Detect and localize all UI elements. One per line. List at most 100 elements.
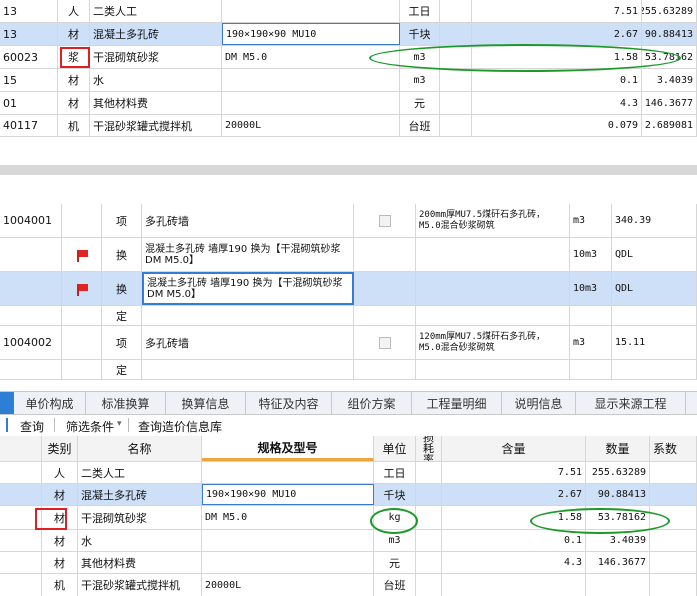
lookup-price-db-button[interactable]: 查询造价信息库 [138,418,222,435]
splitter-bar[interactable] [0,165,697,175]
table-row[interactable]: 换 混凝土多孔砖 墙厚190 换为【干混砌筑砂浆 DM M5.0】 10m3 Q… [0,238,697,272]
header-loss-rate[interactable]: 损耗率 [416,436,442,461]
tab-standard-conversion[interactable]: 标准换算 [86,392,166,414]
unit-cell: 元 [400,92,440,114]
table-row[interactable]: 1004001 项 多孔砖墙 200mm厚MU7.5煤矸石多孔砖，M5.0混合砂… [0,204,697,238]
annotation-red-box [35,508,67,530]
code-cell: 13 [0,0,58,22]
tab-features-content[interactable]: 特征及内容 [246,392,332,414]
category-cell: 材 [42,552,78,573]
check-cell[interactable] [354,326,416,359]
category-cell: 机 [58,115,90,136]
name-cell: 其他材料费 [78,552,202,573]
tab-active-indicator[interactable] [0,392,14,414]
tab-conversion-info[interactable]: 换算信息 [166,392,246,414]
table-row[interactable]: 1004002 项 多孔砖墙 120mm厚MU7.5煤矸石多孔砖，M5.0混合砂… [0,326,697,360]
name-cell: 混凝土多孔砖 墙厚190 换为【干混砌筑砂浆 DM M5.0】 [142,238,354,271]
coef-cell [650,530,697,551]
type-cell: 定 [102,306,142,325]
tab-show-source-project[interactable]: 显示来源工程 [576,392,686,414]
filter-dropdown[interactable]: 筛选条件 [66,418,114,435]
blank-cell [0,484,42,505]
category-cell: 材 [58,23,90,45]
category-cell: 机 [42,574,78,596]
spec-cell: DM M5.0 [202,506,374,529]
header-coefficient[interactable]: 系数 [650,436,697,461]
coef-cell [650,552,697,573]
header-blank [0,436,42,461]
table-row[interactable]: 15 材 水 m3 0.1 3.4039 [0,69,697,92]
name-cell: 混凝土多孔砖 [90,23,222,45]
value-cell: QDL [612,238,697,271]
name-cell: 水 [90,69,222,91]
flag-cell [62,306,102,325]
tab-description[interactable]: 说明信息 [502,392,576,414]
blank-cell [0,462,42,483]
checkbox[interactable] [378,336,391,349]
table-row-selected[interactable]: 材 混凝土多孔砖 190×190×90 MU10 千块 2.67 90.8841… [0,484,697,506]
chevron-down-icon[interactable]: ▾ [117,419,122,429]
category-cell: 材 [58,92,90,114]
spec-cell: 20000L [222,115,400,136]
category-cell: 人 [42,462,78,483]
category-cell: 材 [42,484,78,505]
checkbox[interactable] [378,214,391,227]
content-cell: 0.1 [442,530,586,551]
table-row[interactable]: 01 材 其他材料费 元 4.3 146.3677 [0,92,697,115]
table-row-selected[interactable]: 13 材 混凝土多孔砖 190×190×90 MU10 千块 2.67 90.8… [0,23,697,46]
name-cell: 干混砂浆罐式搅拌机 [90,115,222,136]
header-spec[interactable]: 规格及型号 [202,436,374,461]
unit-cell: 10m3 [570,238,612,271]
amount-cell: 255.63289 [642,0,697,22]
header-content[interactable]: 含量 [442,436,586,461]
name-input[interactable]: 混凝土多孔砖 墙厚190 换为【干混砌筑砂浆 DM M5.0】 [142,272,354,305]
feature-cell: 200mm厚MU7.5煤矸石多孔砖，M5.0混合砂浆砌筑 [416,204,570,237]
header-category[interactable]: 类别 [42,436,78,461]
table-row[interactable]: 人 二类人工 工日 7.51 255.63289 [0,462,697,484]
value-cell [612,306,697,325]
name-cell [142,360,354,379]
spec-input[interactable]: 190×190×90 MU10 [202,484,374,505]
annotation-green-ellipse [530,508,670,534]
tab-price-composition[interactable]: 单价构成 [14,392,86,414]
annotation-green-ellipse [370,508,418,534]
unit-cell: m3 [570,326,612,359]
table-row-selected[interactable]: 换 混凝土多孔砖 墙厚190 换为【干混砌筑砂浆 DM M5.0】 10m3 Q… [0,272,697,306]
value-cell: 15.11 [612,326,697,359]
table-header: 类别 名称 规格及型号 单位 损耗率 含量 数量 系数 [0,436,697,462]
name-cell: 干混砌筑砂浆 [78,506,202,529]
table-row[interactable]: 定 [0,360,697,380]
loss-cell [440,115,472,136]
qty-cell: 0.1 [472,69,642,91]
value-cell: 340.39 [612,204,697,237]
table-row[interactable]: 机 干混砂浆罐式搅拌机 20000L 台班 [0,574,697,596]
check-cell[interactable] [354,204,416,237]
loss-cell [416,552,442,573]
name-cell: 多孔砖墙 [142,326,354,359]
check-cell [354,360,416,379]
header-unit[interactable]: 单位 [374,436,416,461]
qty-cell: 7.51 [472,0,642,22]
header-quantity[interactable]: 数量 [586,436,650,461]
header-name[interactable]: 名称 [78,436,202,461]
name-cell: 混凝土多孔砖 [78,484,202,505]
spec-cell: 20000L [202,574,374,596]
feature-cell [416,306,570,325]
unit-cell: 台班 [400,115,440,136]
query-button[interactable]: 查询 [20,418,44,435]
amount-cell: 90.88413 [642,23,697,45]
spec-input[interactable]: 190×190×90 MU10 [222,23,400,45]
name-cell: 二类人工 [78,462,202,483]
tab-pricing-plan[interactable]: 组价方案 [332,392,412,414]
toolbar: 查询 筛选条件 ▾ 查询造价信息库 [0,415,697,435]
table-row[interactable]: 材 其他材料费 元 4.3 146.3677 [0,552,697,574]
table-row[interactable]: 40117 机 干混砂浆罐式搅拌机 20000L 台班 0.079 2.6890… [0,115,697,137]
table-row[interactable]: 定 [0,306,697,326]
table-row[interactable]: 13 人 二类人工 工日 7.51 255.63289 [0,0,697,23]
type-cell: 项 [102,326,142,359]
annotation-green-ellipse [369,44,681,72]
unit-cell: m3 [400,69,440,91]
red-flag-icon [76,250,88,262]
tab-quantity-details[interactable]: 工程量明细 [412,392,502,414]
code-cell: 60023 [0,46,58,68]
